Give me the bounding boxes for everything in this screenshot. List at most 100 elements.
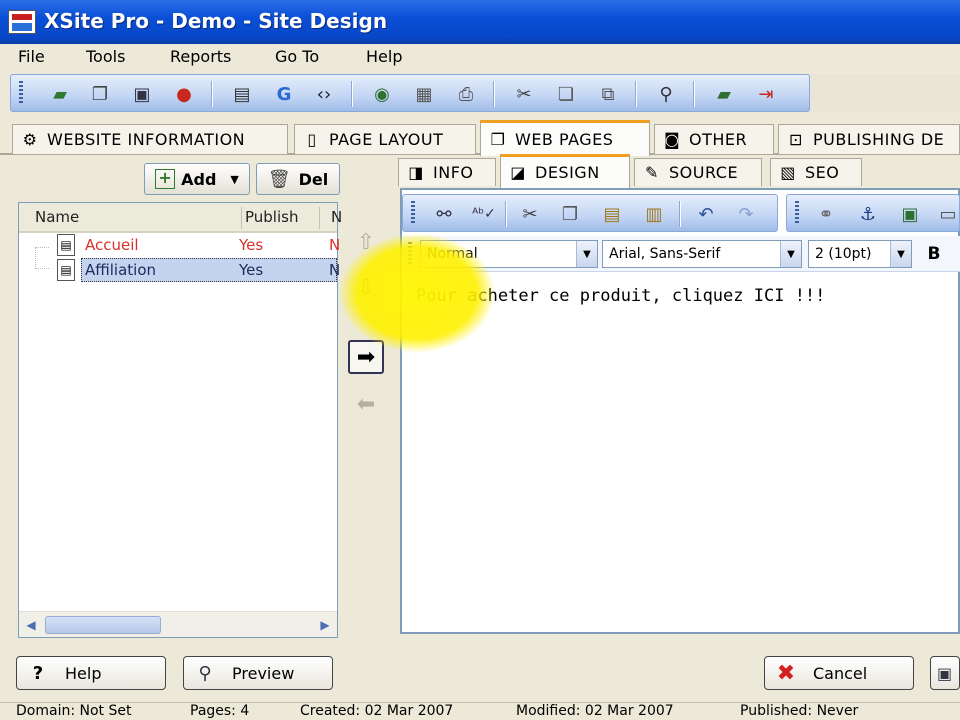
- help-label: Help: [65, 663, 102, 683]
- horizontal-scrollbar[interactable]: ◀ ▶: [19, 611, 337, 637]
- spellcheck-icon[interactable]: ᴬᵇ✓: [471, 201, 497, 227]
- preview-button[interactable]: ⚲ Preview: [183, 656, 333, 690]
- magnifier-icon: ⚲: [198, 662, 212, 684]
- toolbar-grip[interactable]: [408, 242, 412, 266]
- scroll-thumb[interactable]: [45, 616, 161, 634]
- chevron-down-icon[interactable]: ▼: [890, 241, 911, 267]
- chevron-down-icon[interactable]: ▼: [576, 241, 597, 267]
- tab-seo[interactable]: ▧ SEO: [770, 158, 862, 186]
- window-title: XSite Pro - Demo - Site Design: [44, 9, 388, 33]
- document-icon[interactable]: ▦: [411, 81, 437, 107]
- delete-page-button[interactable]: 🗑 Del: [256, 163, 340, 195]
- page-icon: ▤: [57, 259, 75, 281]
- help-button[interactable]: ? Help: [16, 656, 166, 690]
- font-size-select[interactable]: 2 (10pt) ▼: [808, 240, 912, 268]
- cut-icon[interactable]: ✂: [511, 81, 537, 107]
- page-publish: Yes: [239, 261, 264, 279]
- tab-web-pages[interactable]: ❐ WEB PAGES: [480, 120, 650, 156]
- save-close-button[interactable]: ▣: [930, 656, 960, 690]
- printer-icon[interactable]: ⎙: [453, 81, 479, 107]
- toolbar-grip[interactable]: [411, 201, 415, 225]
- tab-label: PUBLISHING DE: [813, 130, 945, 149]
- toolbar-grip[interactable]: [19, 81, 23, 105]
- anchor-icon[interactable]: ⚓: [855, 201, 881, 227]
- move-left-icon[interactable]: ⬅: [350, 388, 382, 420]
- scroll-right-icon[interactable]: ▶: [315, 615, 335, 635]
- font-family-select[interactable]: Arial, Sans-Serif ▼: [602, 240, 802, 268]
- save-icon[interactable]: ▣: [129, 81, 155, 107]
- column-name[interactable]: Name: [35, 208, 79, 226]
- menu-help[interactable]: Help: [366, 47, 402, 66]
- page-publish: Yes: [239, 236, 264, 254]
- image-icon[interactable]: ▣: [897, 201, 923, 227]
- toolbar-separator: [505, 201, 507, 227]
- column-divider[interactable]: [319, 207, 320, 229]
- table-icon[interactable]: ▭: [935, 201, 960, 227]
- tab-page-layout[interactable]: ▯ PAGE LAYOUT: [294, 124, 476, 154]
- move-up-icon[interactable]: ⇧: [350, 226, 382, 258]
- tab-other[interactable]: ◙ OTHER: [654, 124, 774, 154]
- exit-icon[interactable]: ⇥: [753, 81, 779, 107]
- list-item[interactable]: ▤ Affiliation Yes N: [49, 258, 340, 282]
- seo-icon: ▧: [780, 162, 796, 182]
- globe-icon[interactable]: ◉: [369, 81, 395, 107]
- print-preview-icon[interactable]: ▤: [229, 81, 255, 107]
- tab-design[interactable]: ◪ DESIGN: [500, 154, 630, 188]
- tab-source[interactable]: ✎ SOURCE: [634, 158, 762, 186]
- column-n[interactable]: N: [331, 208, 342, 226]
- app-icon: [8, 10, 36, 34]
- help-icon: ?: [32, 662, 44, 684]
- add-page-button[interactable]: + Add ▼: [144, 163, 250, 195]
- status-domain: Domain: Not Set: [16, 703, 132, 719]
- chevron-down-icon[interactable]: ▼: [780, 241, 801, 267]
- list-item[interactable]: ▤ Accueil Yes N: [49, 233, 340, 257]
- menu-reports[interactable]: Reports: [170, 47, 231, 66]
- link-icon[interactable]: ⚭: [813, 201, 839, 227]
- book-icon[interactable]: ▰: [47, 81, 73, 107]
- status-created: Created: 02 Mar 2007: [300, 703, 454, 719]
- copy-icon[interactable]: ❐: [87, 81, 113, 107]
- scroll-left-icon[interactable]: ◀: [21, 615, 41, 635]
- code-icon[interactable]: ‹›: [311, 81, 337, 107]
- bold-button[interactable]: B: [922, 242, 946, 266]
- menu-tools[interactable]: Tools: [86, 47, 125, 66]
- trash-icon: 🗑: [267, 168, 291, 190]
- editor-toolbar: ⚯ ᴬᵇ✓ ✂ ❐ ▤ ▥ ↶ ↷: [402, 194, 778, 232]
- other-icon: ◙: [663, 129, 681, 149]
- tab-info[interactable]: ◨ INFO: [398, 158, 496, 186]
- paste-icon[interactable]: ❏: [553, 81, 579, 107]
- tab-publishing-details[interactable]: ⊡ PUBLISHING DE: [778, 124, 960, 154]
- toolbar-separator: [211, 81, 213, 107]
- editor-text[interactable]: Pour acheter ce produit, cliquez ICI !!!: [416, 286, 825, 306]
- find-icon[interactable]: ⚯: [431, 201, 457, 227]
- paste-special-icon[interactable]: ▥: [641, 201, 667, 227]
- menu-file[interactable]: File: [18, 47, 45, 66]
- paragraph-style-select[interactable]: Normal ▼: [420, 240, 598, 268]
- column-publish[interactable]: Publish: [245, 208, 298, 226]
- web-pages-icon: ❐: [490, 129, 506, 149]
- multi-copy-icon[interactable]: ⧉: [595, 81, 621, 107]
- search-icon[interactable]: ⚲: [653, 81, 679, 107]
- dropdown-arrow-icon[interactable]: ▼: [230, 173, 238, 186]
- menu-bar: File Tools Reports Go To Help: [0, 44, 960, 72]
- editor-toolbar-insert: ⚭ ⚓ ▣ ▭: [786, 194, 960, 232]
- stop-icon[interactable]: ●: [171, 81, 197, 107]
- google-icon[interactable]: G: [271, 81, 297, 107]
- menu-go-to[interactable]: Go To: [275, 47, 319, 66]
- undo-icon[interactable]: ↶: [693, 201, 719, 227]
- move-down-icon[interactable]: ⇩: [350, 272, 382, 304]
- cut-icon[interactable]: ✂: [517, 201, 543, 227]
- copy-icon[interactable]: ❐: [557, 201, 583, 227]
- redo-icon[interactable]: ↷: [733, 201, 759, 227]
- column-divider[interactable]: [241, 207, 242, 229]
- notebook-icon[interactable]: ▰: [711, 81, 737, 107]
- cancel-label: Cancel: [813, 663, 868, 683]
- paste-icon[interactable]: ▤: [599, 201, 625, 227]
- editor-content[interactable]: Pour acheter ce produit, cliquez ICI !!!: [402, 274, 958, 632]
- toolbar-grip[interactable]: [795, 201, 799, 225]
- move-right-button[interactable]: ➡: [348, 340, 384, 374]
- format-bar: Normal ▼ Arial, Sans-Serif ▼ 2 (10pt) ▼ …: [402, 236, 960, 272]
- tab-website-information[interactable]: ⚙ WEBSITE INFORMATION: [12, 124, 288, 154]
- source-icon: ✎: [645, 162, 659, 182]
- cancel-button[interactable]: ✖ Cancel: [764, 656, 914, 690]
